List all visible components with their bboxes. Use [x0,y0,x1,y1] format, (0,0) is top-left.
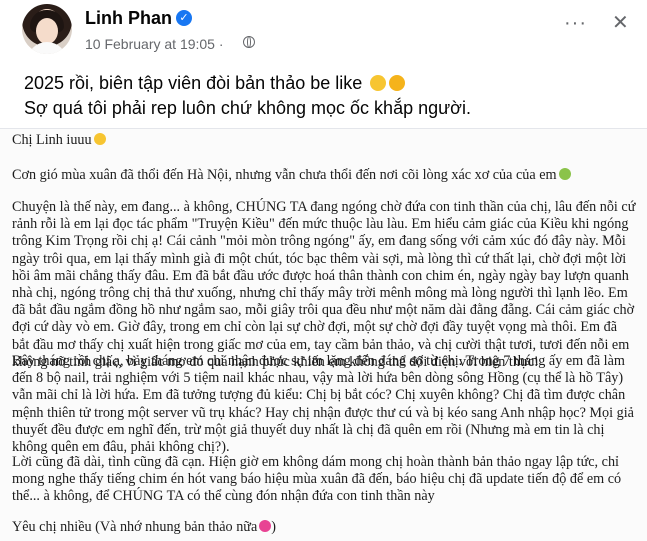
post-caption: 2025 rồi, biên tập viên đòi bản thảo be … [24,71,634,121]
author-avatar[interactable] [22,4,72,54]
leaf-emoji-icon [558,168,571,180]
author-name[interactable]: Linh Phan [85,8,172,29]
laughing-emoji-icon [389,75,406,91]
letter-paragraph-4: Lời cũng đã dài, tình cũng đã cạn. Hiện … [12,454,622,505]
verified-badge-icon: ✓ [176,10,192,26]
laughing-emoji-icon [370,75,387,91]
letter-greeting: Chị Linh iuuu [12,132,636,149]
globe-icon [243,36,255,48]
letter-paragraph-1: Cơn gió mùa xuân đã thổi đến Hà Nội, như… [12,167,636,184]
letter-paragraph-2: Chuyện là thế này, em đang... à không, C… [12,199,636,370]
caption-line-1: 2025 rồi, biên tập viên đòi bản thảo be … [24,73,363,93]
heart-emoji-icon [259,520,272,532]
caption-line-2: Sợ quá tôi phải rep luôn chứ không mọc ố… [24,98,471,118]
post-date[interactable]: 10 February at 19:05 · [85,36,224,52]
close-button[interactable]: ✕ [612,10,629,35]
letter-image[interactable]: Chị Linh iuuu Cơn gió mùa xuân đã thổi đ… [0,128,647,541]
more-options-button[interactable]: ··· [564,12,587,35]
letter-paragraph-3: Bây tháng rồi chị ạ, bảy tháng em chỉ nh… [12,353,634,456]
smile-emoji-icon [93,133,106,145]
letter-closing: Yêu chị nhiều (Và nhớ nhung bản thảo nữa… [12,519,277,535]
